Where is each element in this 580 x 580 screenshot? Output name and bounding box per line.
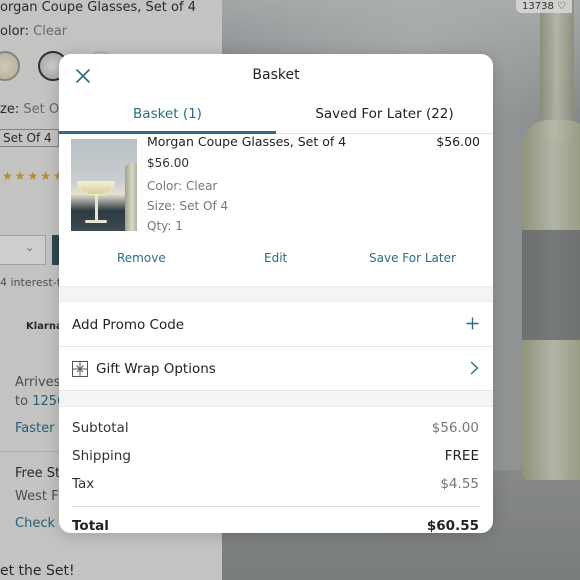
basket-item: Morgan Coupe Glasses, Set of 4 $56.00 $5… [59,134,493,286]
total-row: Total $60.55 [59,518,493,533]
tab-basket[interactable]: Basket (1) [59,106,276,122]
promo-label: Add Promo Code [72,317,185,333]
section-spacer [59,286,493,302]
shipping-row: Shipping FREE [59,448,493,470]
subtotal-row: Subtotal $56.00 [59,420,493,442]
chevron-right-icon [470,361,479,375]
basket-tabs: Basket (1) Saved For Later (22) [59,98,493,134]
gift-wrap-row[interactable]: Gift Wrap Options [59,347,493,391]
item-color: Color: Clear [147,179,218,193]
edit-button[interactable]: Edit [264,251,287,265]
item-actions: Remove Edit Save For Later [59,251,493,271]
basket-modal: Basket Basket (1) Saved For Later (22) M… [59,54,493,533]
tab-saved-for-later[interactable]: Saved For Later (22) [276,106,493,122]
product-thumbnail[interactable] [71,139,137,231]
save-for-later-button[interactable]: Save For Later [369,251,456,265]
total-label: Total [72,518,109,533]
section-spacer [59,391,493,407]
summary-divider [72,506,480,507]
subtotal-label: Subtotal [72,420,129,436]
shipping-label: Shipping [72,448,131,464]
tax-row: Tax $4.55 [59,476,493,498]
tax-label: Tax [72,476,95,492]
plus-icon [466,317,479,330]
shipping-value: FREE [444,448,479,464]
subtotal-value: $56.00 [431,420,479,436]
gift-wrap-label: Gift Wrap Options [96,361,216,377]
modal-header: Basket [59,54,493,98]
add-promo-code-row[interactable]: Add Promo Code [59,303,493,347]
remove-button[interactable]: Remove [117,251,166,265]
item-name[interactable]: Morgan Coupe Glasses, Set of 4 [147,134,346,149]
item-qty: Qty: 1 [147,219,183,233]
modal-title: Basket [252,67,300,83]
gift-icon [72,361,88,377]
item-size: Size: Set Of 4 [147,199,229,213]
total-value: $60.55 [426,518,479,533]
item-line-total: $56.00 [436,134,480,149]
tax-value: $4.55 [440,476,479,492]
item-unit-price: $56.00 [147,156,189,170]
